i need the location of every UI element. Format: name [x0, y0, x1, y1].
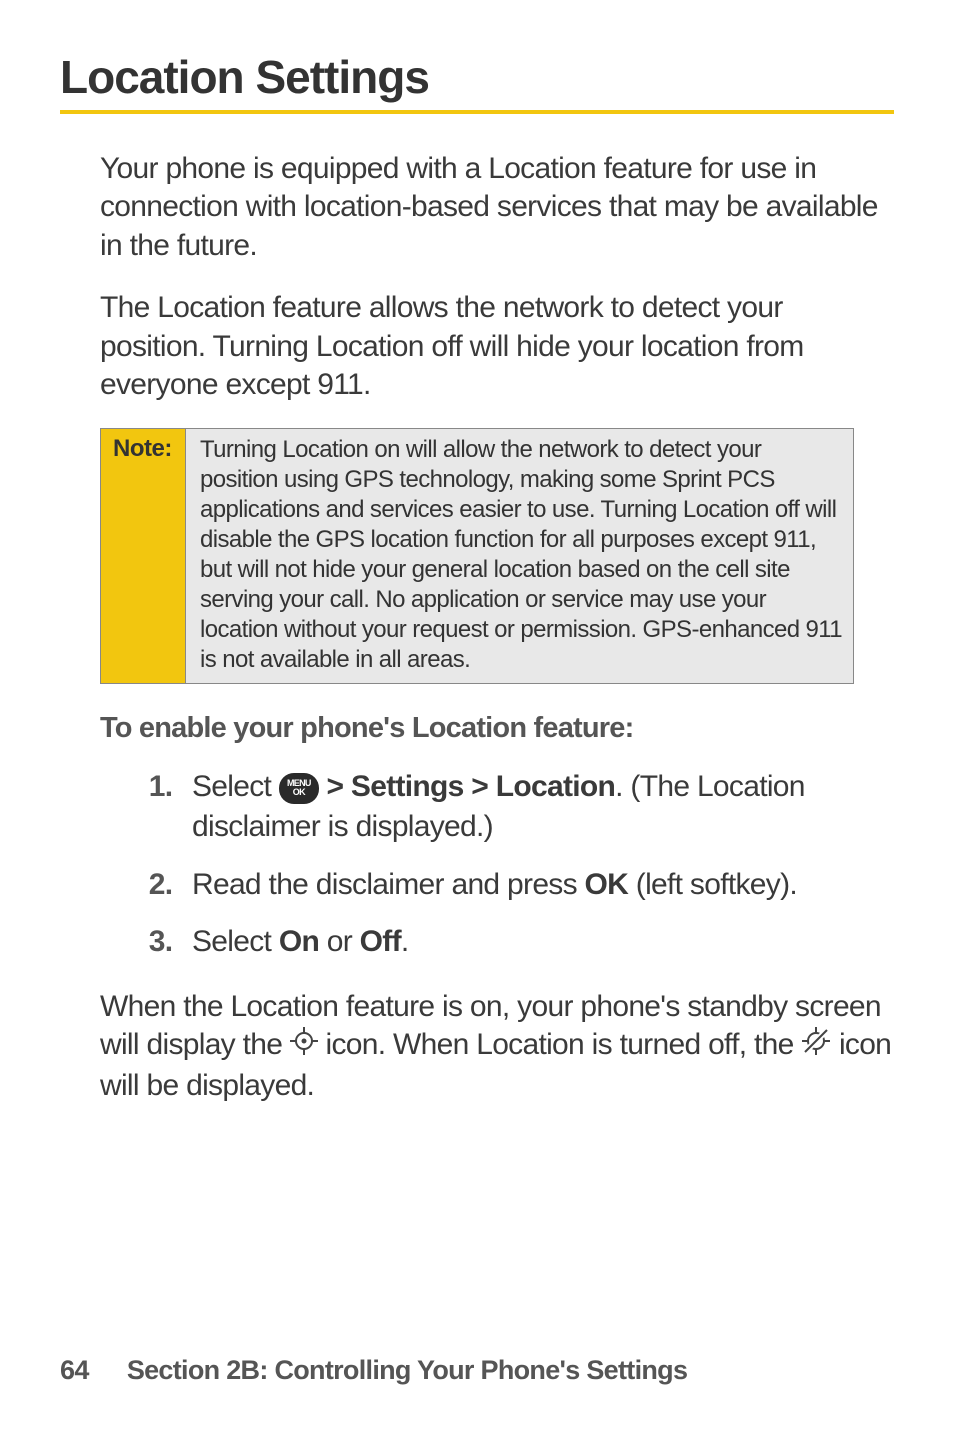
step-1-path: > Settings > Location [319, 770, 615, 803]
step-3-on: On [279, 925, 319, 958]
enable-heading: To enable your phone's Location feature: [100, 712, 894, 745]
step-3-post: . [401, 925, 409, 958]
location-off-icon [801, 1026, 831, 1066]
page-title: Location Settings [60, 50, 894, 104]
note-box: Note: Turning Location on will allow the… [100, 428, 854, 684]
step-3-mid: or [319, 925, 360, 958]
intro-para-1: Your phone is equipped with a Location f… [60, 150, 894, 265]
page-number: 64 [60, 1355, 120, 1386]
menu-ok-icon: MENUOK [279, 773, 319, 804]
steps-list: Select MENUOK > Settings > Location. (Th… [60, 767, 894, 961]
step-3: Select On or Off. [180, 922, 894, 962]
step-2-pre: Read the disclaimer and press [192, 868, 585, 901]
note-label: Note: [101, 429, 186, 683]
step-2: Read the disclaimer and press OK (left s… [180, 865, 894, 905]
closing-mid: icon. When Location is turned off, the [326, 1028, 802, 1061]
location-on-icon [290, 1027, 318, 1065]
step-1-pre: Select [192, 770, 279, 803]
page-footer: 64 Section 2B: Controlling Your Phone's … [60, 1355, 894, 1386]
intro-para-2: The Location feature allows the network … [60, 289, 894, 404]
step-3-off: Off [360, 925, 401, 958]
step-3-pre: Select [192, 925, 279, 958]
closing-para: When the Location feature is on, your ph… [60, 988, 894, 1105]
footer-text: Section 2B: Controlling Your Phone's Set… [127, 1355, 687, 1385]
step-2-post: (left softkey). [628, 868, 797, 901]
title-underline [60, 110, 894, 114]
note-text: Turning Location on will allow the netwo… [186, 429, 853, 683]
step-2-ok: OK [585, 868, 629, 901]
step-1: Select MENUOK > Settings > Location. (Th… [180, 767, 894, 846]
